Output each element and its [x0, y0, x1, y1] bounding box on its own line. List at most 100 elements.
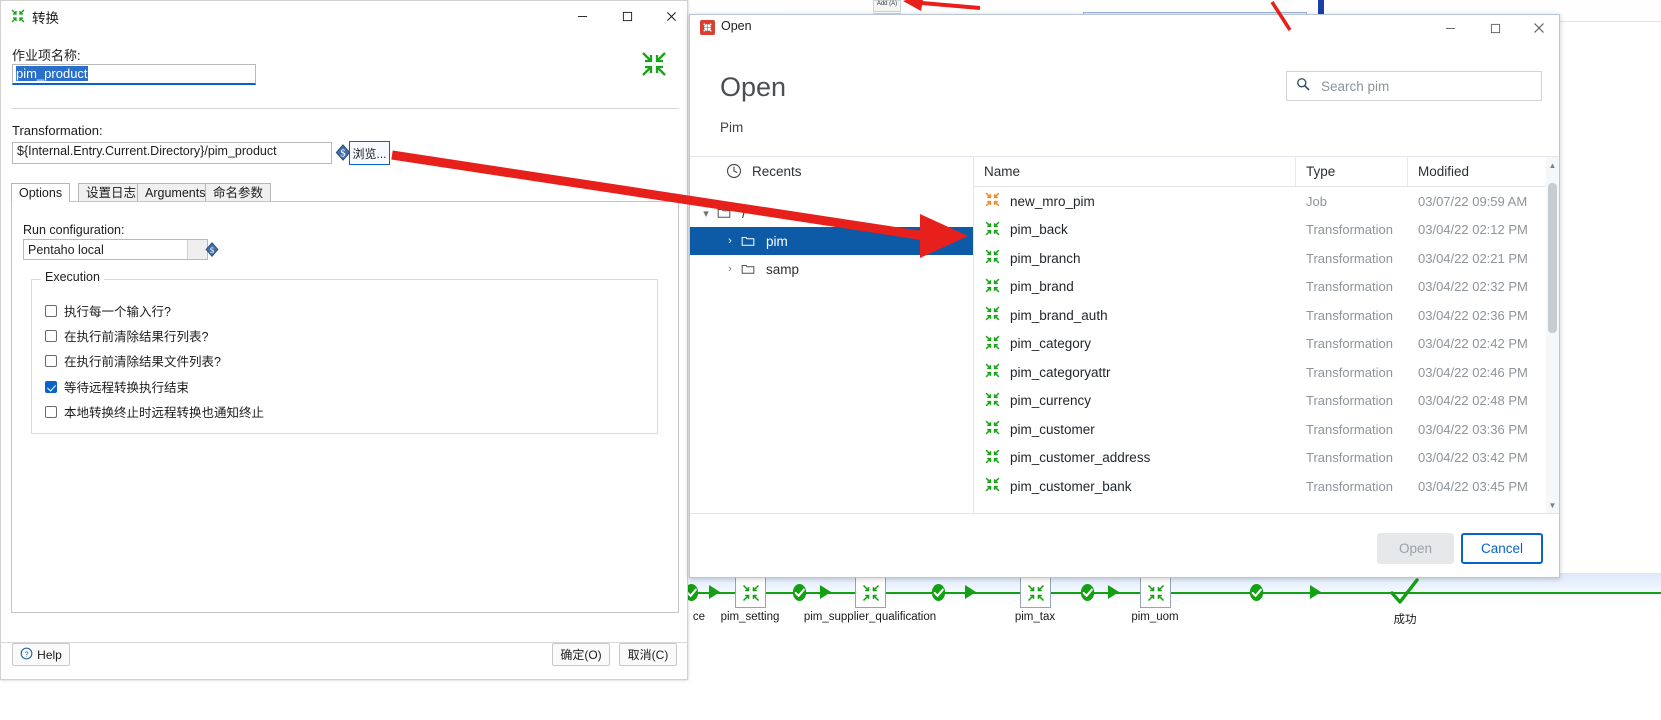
checkbox-abort-remote-on-local-stop[interactable]: 本地转换终止时远程转换也通知终止 — [45, 402, 264, 421]
table-row[interactable]: pim_customer Transformation 03/04/22 03:36… — [974, 415, 1559, 444]
tab-options[interactable]: Options — [11, 183, 71, 202]
file-modified: 03/04/22 02:21 PM — [1418, 250, 1528, 266]
scroll-up-icon[interactable]: ▲ — [1546, 159, 1559, 172]
table-row[interactable]: pim_back Transformation 03/04/22 02:12 PM — [974, 216, 1559, 245]
clock-icon — [724, 163, 744, 179]
pentaho-icon — [700, 20, 715, 35]
tab-named-parameters[interactable]: 命名参数 — [205, 183, 272, 202]
search-box[interactable] — [1286, 71, 1542, 101]
file-type: Job — [1306, 193, 1327, 209]
flow-arrow — [709, 585, 720, 599]
transformation-icon — [984, 448, 1001, 468]
column-header-name[interactable]: Name — [974, 157, 1296, 186]
table-row[interactable]: pim_currency Transformation 03/04/22 02:48… — [974, 387, 1559, 416]
browse-button[interactable]: 浏览... — [349, 141, 390, 165]
flow-hop-icon — [790, 583, 809, 602]
checkbox-wait-remote-finish[interactable]: 等待远程转换执行结束 — [45, 377, 189, 396]
flow-hop-icon — [1078, 583, 1097, 602]
open-dialog-footer: Open Cancel — [690, 513, 1559, 577]
scrollbar-thumb[interactable] — [1548, 183, 1557, 333]
maximize-button[interactable] — [604, 1, 650, 32]
checkbox-box[interactable] — [45, 405, 57, 418]
tree-item-pim[interactable]: › pim — [690, 227, 973, 255]
flow-node-transformation[interactable] — [1020, 577, 1051, 608]
table-row[interactable]: pim_brand_auth Transformation 03/04/22 02:… — [974, 301, 1559, 330]
checkbox-label: 本地转换终止时远程转换也通知终止 — [64, 406, 265, 420]
ok-button[interactable]: 确定(O) — [552, 643, 610, 666]
file-modified: 03/04/22 02:42 PM — [1418, 336, 1528, 352]
checkbox-clear-result-files[interactable]: 在执行前清除结果文件列表? — [45, 351, 221, 370]
transformation-dialog-title: 转换 — [32, 11, 59, 26]
table-row[interactable]: new_mro_pim Job 03/07/22 09:59 AM — [974, 187, 1559, 216]
scroll-down-icon[interactable]: ▼ — [1546, 499, 1559, 512]
table-row[interactable]: pim_category Transformation 03/04/22 02:42… — [974, 330, 1559, 359]
help-button-label: Help — [37, 647, 62, 662]
chevron-right-icon[interactable]: › — [722, 235, 738, 247]
table-row[interactable]: pim_customer_bank Transformation 03/04/22 … — [974, 472, 1559, 501]
file-name: pim_category — [1010, 336, 1092, 352]
table-row[interactable]: pim_brand Transformation 03/04/22 02:32 PM — [974, 273, 1559, 302]
tree-item-samp[interactable]: › samp — [690, 255, 973, 283]
checkbox-box[interactable] — [45, 380, 57, 393]
minimize-button[interactable] — [559, 1, 605, 32]
flow-success-label: 成功 — [1393, 614, 1417, 626]
file-list-pane: Name Type Modified new_mro_pim Job 03/07/2… — [974, 156, 1559, 514]
file-type: Transformation — [1306, 393, 1393, 409]
file-type: Transformation — [1306, 279, 1393, 295]
open-dialog-body: Recents ▾ / › pim › samp Name Type Modif… — [690, 156, 1559, 514]
tree-item-root[interactable]: ▾ / — [690, 199, 973, 227]
run-configuration-select[interactable]: Pentaho local — [23, 239, 208, 260]
run-configuration-value: Pentaho local — [28, 242, 104, 257]
checkbox-box[interactable] — [45, 329, 57, 342]
column-header-type[interactable]: Type — [1296, 157, 1408, 186]
execution-group-legend: Execution — [41, 270, 104, 284]
table-row[interactable]: pim_customer_address Transformation 03/04/… — [974, 444, 1559, 473]
tree-item-label: / — [742, 205, 746, 221]
open-cancel-button[interactable]: Cancel — [1461, 533, 1543, 564]
open-button[interactable]: Open — [1377, 533, 1454, 564]
table-row[interactable]: pim_categoryattr Transformation 03/04/22 0… — [974, 358, 1559, 387]
file-name: pim_customer_bank — [1010, 478, 1132, 494]
column-header-modified[interactable]: Modified — [1408, 157, 1548, 186]
background-add-button[interactable]: Add (A) — [873, 0, 901, 12]
file-name: pim_brand — [1010, 279, 1074, 295]
variable-icon[interactable]: $ — [204, 241, 220, 258]
table-row[interactable]: pim_branch Transformation 03/04/22 02:21 P… — [974, 244, 1559, 273]
file-modified: 03/04/22 02:48 PM — [1418, 393, 1528, 409]
checkbox-box[interactable] — [45, 304, 57, 317]
transformation-icon — [984, 476, 1001, 496]
flow-node-transformation[interactable] — [855, 577, 886, 608]
file-modified: 03/04/22 03:45 PM — [1418, 478, 1528, 494]
file-type: Transformation — [1306, 307, 1393, 323]
folder-icon — [714, 206, 734, 220]
transformation-icon — [984, 220, 1001, 240]
search-input[interactable] — [1319, 77, 1532, 95]
help-button[interactable]: ? Help — [12, 643, 70, 666]
open-maximize-button[interactable] — [1473, 15, 1517, 41]
transformation-large-icon — [639, 49, 669, 79]
open-minimize-button[interactable] — [1428, 15, 1472, 41]
file-name: pim_brand_auth — [1010, 307, 1108, 323]
flow-arrow — [820, 585, 831, 599]
tab-arguments[interactable]: Arguments — [137, 183, 214, 202]
chevron-right-icon[interactable]: › — [722, 263, 738, 275]
tree-item-recents[interactable]: Recents — [690, 157, 973, 185]
open-close-button[interactable] — [1517, 15, 1561, 41]
transformation-path-value: ${Internal.Entry.Current.Directory}/pim_… — [17, 144, 277, 158]
run-configuration-label: Run configuration: — [23, 223, 125, 237]
help-icon: ? — [20, 647, 33, 663]
cancel-button[interactable]: 取消(C) — [619, 643, 677, 666]
checkbox-execute-each-input-row[interactable]: 执行每一个输入行? — [45, 301, 171, 320]
flow-node-transformation[interactable] — [1140, 577, 1171, 608]
transformation-path-input[interactable]: ${Internal.Entry.Current.Directory}/pim_… — [12, 142, 332, 164]
flow-arrow — [1108, 585, 1119, 599]
job-name-input[interactable]: pim_product — [12, 64, 256, 85]
tab-log-settings[interactable]: 设置日志 — [78, 183, 145, 202]
file-list-scrollbar[interactable]: ▲ ▼ — [1546, 157, 1559, 514]
close-button[interactable] — [648, 1, 694, 32]
checkbox-clear-result-rows[interactable]: 在执行前清除结果行列表? — [45, 326, 208, 345]
flow-arrow — [965, 585, 976, 599]
flow-node-transformation[interactable] — [735, 577, 766, 608]
checkbox-box[interactable] — [45, 354, 57, 367]
chevron-down-icon[interactable]: ▾ — [698, 207, 714, 220]
